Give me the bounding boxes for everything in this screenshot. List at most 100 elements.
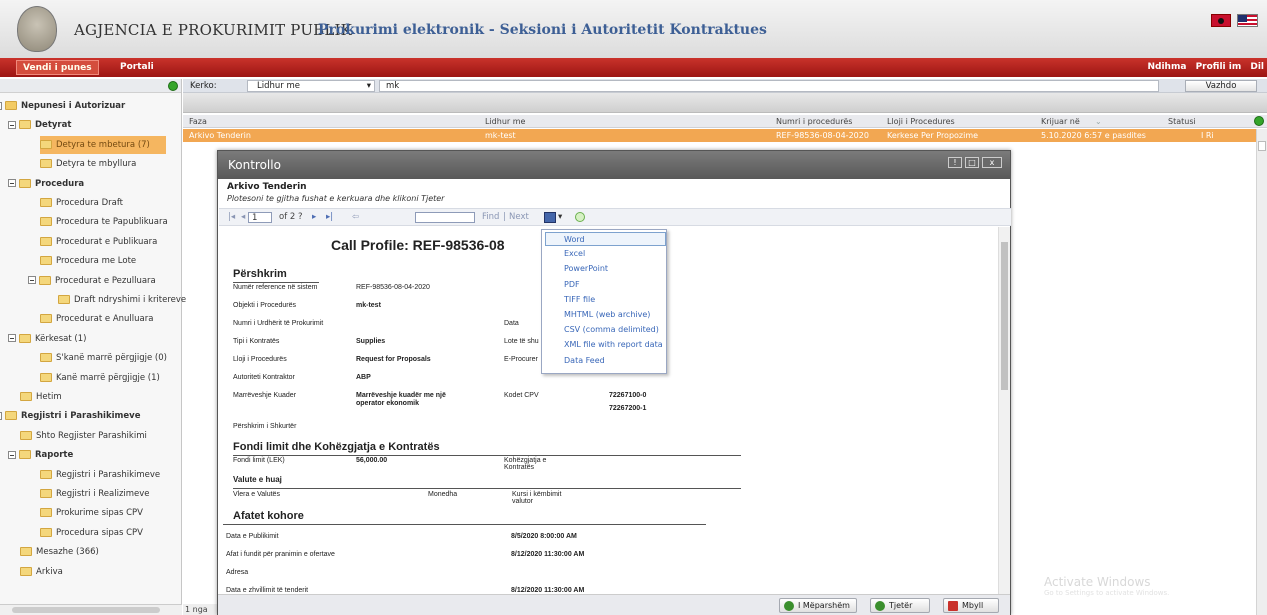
collapse-toggle-icon[interactable]: [8, 450, 16, 459]
tree-item[interactable]: Nepunesi i Autorizuar: [0, 97, 125, 115]
next-link[interactable]: Next: [509, 212, 529, 222]
close-icon[interactable]: x: [982, 157, 1002, 168]
search-field-select[interactable]: Lidhur me ▾: [247, 80, 375, 92]
next-button-label: Tjetër: [889, 601, 913, 610]
nav-portali[interactable]: Portali: [120, 60, 154, 75]
tree-item[interactable]: Regjistri i Realizimeve: [40, 485, 150, 503]
collapse-toggle-icon[interactable]: [8, 334, 16, 343]
tree-item[interactable]: Draft ndryshimi i kritereve: [58, 291, 186, 309]
tree-item-label: Hetim: [36, 392, 62, 402]
tree-item[interactable]: Regjistri i Parashikimeve: [0, 407, 140, 425]
export-option[interactable]: Excel: [546, 247, 585, 261]
tree-item[interactable]: Shto Regjister Parashikimi: [20, 427, 147, 445]
tree-item[interactable]: Kanë marrë përgjigje (1): [40, 369, 160, 387]
obj-value: mk-test: [356, 302, 381, 309]
col-numri[interactable]: Numri i procedurës: [776, 117, 852, 126]
report-scrollbar[interactable]: [998, 227, 1010, 594]
zhv-label: Data e zhvillimit të tenderit: [226, 587, 309, 594]
cpv-label: Kodet CPV: [504, 392, 539, 399]
export-option[interactable]: CSV (comma delimited): [546, 323, 659, 337]
collapse-toggle-icon[interactable]: [8, 120, 16, 129]
tree-item[interactable]: Procedura te Papublikuara: [40, 213, 168, 231]
tree-item[interactable]: Regjistri i Parashikimeve: [40, 466, 160, 484]
find-link[interactable]: Find: [482, 212, 499, 222]
collapse-toggle-icon[interactable]: [0, 411, 2, 420]
scrollbar-thumb[interactable]: [1001, 242, 1008, 390]
col-lloji[interactable]: Lloji i Procedures: [887, 117, 955, 126]
export-option[interactable]: PDF: [546, 278, 580, 292]
tipi-value: Supplies: [356, 338, 386, 345]
last-page-icon[interactable]: ▸|: [326, 212, 333, 222]
tree-item[interactable]: Raporte: [8, 446, 73, 464]
page-indicator: 1 nga: [183, 604, 217, 615]
tree-item-label: Kërkesat (1): [35, 333, 87, 344]
help-icon[interactable]: !: [948, 157, 962, 168]
nav-dil[interactable]: Dil: [1250, 62, 1264, 72]
folder-icon: [40, 353, 52, 363]
close-button[interactable]: Mbyll: [943, 598, 999, 613]
english-flag-icon[interactable]: [1237, 14, 1258, 27]
refresh-report-icon[interactable]: [575, 212, 585, 222]
first-page-icon[interactable]: |◂: [228, 212, 235, 222]
nav-vendi-i-punes[interactable]: Vendi i punes: [16, 60, 99, 75]
export-option[interactable]: XML file with report data: [546, 338, 663, 352]
back-icon[interactable]: ⇦: [352, 212, 359, 222]
vazhdo-button[interactable]: Vazhdo: [1185, 80, 1257, 92]
monedha-label: Monedha: [428, 491, 458, 498]
tree-item[interactable]: Procedura Draft: [40, 194, 123, 212]
export-icon[interactable]: [544, 212, 556, 223]
prev-page-icon[interactable]: ◂: [241, 212, 245, 222]
nav-profili[interactable]: Profili im: [1196, 62, 1242, 72]
next-page-icon[interactable]: ▸: [312, 212, 316, 222]
export-dropdown-icon[interactable]: ▾: [558, 212, 562, 222]
tree-item[interactable]: Procedura: [8, 175, 84, 193]
tree-item[interactable]: Arkiva: [20, 563, 63, 581]
scrollbar-thumb[interactable]: [1258, 141, 1266, 151]
tree-item[interactable]: Detyra te mbyllura: [40, 155, 136, 173]
tree-item[interactable]: S'kanë marrë përgjigje (0): [40, 349, 167, 367]
maximize-icon[interactable]: □: [965, 157, 979, 168]
divider: [233, 455, 741, 456]
collapse-toggle-icon[interactable]: [28, 276, 36, 285]
tree-item[interactable]: Kërkesat (1): [8, 330, 86, 348]
export-option[interactable]: MHTML (web archive): [546, 308, 650, 322]
refresh-icon[interactable]: [168, 81, 178, 91]
collapse-toggle-icon[interactable]: [0, 101, 2, 110]
tree-item[interactable]: Mesazhe (366): [20, 543, 99, 561]
table-row[interactable]: Arkivo Tenderin mk-test REF-98536-08-04-…: [183, 129, 1267, 142]
forward-arrow-icon: [875, 601, 885, 611]
section-title: Prokurimi elektronik - Seksioni i Autori…: [318, 22, 767, 38]
tree-item[interactable]: Detyra te mbetura (7): [40, 135, 166, 154]
tree-item[interactable]: Procedura sipas CPV: [40, 524, 143, 542]
col-statusi[interactable]: Statusi: [1168, 117, 1196, 126]
table-refresh-icon[interactable]: [1254, 116, 1264, 126]
albanian-flag-icon[interactable]: [1211, 14, 1231, 27]
next-button[interactable]: Tjetër: [870, 598, 930, 613]
tree-item[interactable]: Procedura me Lote: [40, 252, 136, 270]
dialog-title: Kontrollo: [218, 151, 1010, 179]
export-option[interactable]: TIFF file: [546, 293, 595, 307]
search-input[interactable]: mk: [379, 80, 1159, 92]
tree-item[interactable]: Detyrat: [8, 116, 71, 134]
col-lidhur[interactable]: Lidhur me: [485, 117, 525, 126]
dialog-footer: I Mëparshëm Tjetër Mbyll: [218, 594, 1010, 615]
collapse-toggle-icon[interactable]: [8, 179, 16, 188]
export-option[interactable]: Word: [545, 232, 666, 246]
page-number-input[interactable]: 1: [248, 212, 272, 223]
col-krijuar[interactable]: Krijuar në: [1041, 117, 1080, 126]
scrollbar-thumb[interactable]: [12, 607, 160, 613]
tree-item[interactable]: Procedurat e Pezulluara: [28, 272, 156, 290]
export-option[interactable]: Data Feed: [546, 354, 605, 368]
vertical-scrollbar[interactable]: [1256, 129, 1267, 615]
tree-item[interactable]: Prokurime sipas CPV: [40, 504, 143, 522]
export-option[interactable]: PowerPoint: [546, 262, 608, 276]
nav-ndihma[interactable]: Ndihma: [1148, 62, 1187, 72]
tree-item[interactable]: Hetim: [20, 388, 62, 406]
tree-item[interactable]: Procedurat e Publikuara: [40, 233, 157, 251]
find-input[interactable]: [415, 212, 475, 223]
previous-button[interactable]: I Mëparshëm: [779, 598, 857, 613]
col-faza[interactable]: Faza: [189, 117, 207, 126]
tree-item-label: Kanë marrë përgjigje (1): [56, 372, 160, 383]
horizontal-scrollbar[interactable]: [0, 604, 182, 615]
tree-item[interactable]: Procedurat e Anulluara: [40, 310, 153, 328]
